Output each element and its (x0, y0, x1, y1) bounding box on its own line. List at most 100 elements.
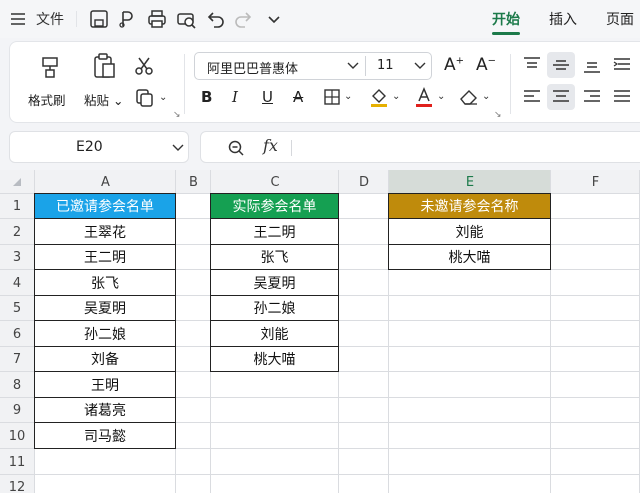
cell-a3[interactable]: 王二明 (34, 244, 176, 270)
italic-icon[interactable]: I (232, 88, 238, 106)
file-menu[interactable]: 文件 (36, 0, 64, 38)
cell-a5[interactable]: 吴夏明 (34, 295, 176, 321)
fx-icon[interactable]: fx (263, 136, 278, 155)
cell-e2[interactable]: 刘能 (388, 218, 551, 245)
justify-icon[interactable] (612, 88, 632, 106)
font-size-dropdown-icon[interactable] (414, 62, 426, 70)
cut-icon[interactable] (133, 55, 155, 77)
eraser-icon[interactable] (458, 88, 480, 106)
align-top-icon[interactable] (522, 56, 542, 74)
font-color-icon[interactable] (414, 86, 434, 108)
tab-insert[interactable]: 插入 (549, 0, 577, 38)
row-header-1[interactable]: 1 (0, 194, 34, 219)
font-dropdown-icon[interactable] (347, 62, 359, 70)
row-header-6[interactable]: 6 (0, 321, 34, 347)
hamburger-icon[interactable] (10, 0, 26, 38)
column-header-a[interactable]: A (35, 170, 176, 194)
cell-a4[interactable]: 张飞 (34, 269, 176, 296)
cell-c6[interactable]: 刘能 (210, 320, 339, 347)
wrap-text-icon[interactable] (612, 56, 632, 74)
print-icon[interactable] (146, 8, 168, 30)
cell-a7[interactable]: 刘备 (34, 346, 176, 372)
cell-c1-header[interactable]: 实际参会名单 (210, 193, 339, 219)
bold-icon[interactable]: B (201, 88, 212, 106)
cell-a6[interactable]: 孙二娘 (34, 320, 176, 347)
format-painter-icon[interactable] (37, 54, 63, 80)
export-pdf-icon[interactable] (116, 8, 138, 30)
cell-a8[interactable]: 王明 (34, 371, 176, 398)
zoom-search-icon[interactable] (227, 139, 245, 157)
column-header-d[interactable]: D (339, 170, 389, 194)
tab-insert-label: 插入 (549, 12, 577, 28)
row-header-7[interactable]: 7 (0, 347, 34, 372)
cell-c7[interactable]: 桃大喵 (210, 346, 339, 372)
clipboard-launcher-icon[interactable]: ↘ (173, 110, 181, 120)
tab-page[interactable]: 页面 (606, 0, 634, 38)
paste-button[interactable]: 粘贴 ⌄ (84, 90, 123, 109)
name-box-dropdown-icon[interactable] (172, 144, 184, 152)
column-header-f[interactable]: F (551, 170, 640, 194)
strikethrough-icon[interactable]: A (293, 88, 303, 106)
ribbon-toolbar: 格式刷 粘贴 ⌄ ⌄ ↘ 阿里巴巴普惠体 11 A+ A− B I U A ⌄ … (9, 41, 640, 123)
row-header-2[interactable]: 2 (0, 219, 34, 245)
cell-a2[interactable]: 王翠花 (34, 218, 176, 245)
column-header-b[interactable]: B (176, 170, 211, 194)
formula-bar: fx (200, 131, 640, 163)
copy-icon[interactable] (135, 88, 155, 108)
cell-c3[interactable]: 张飞 (210, 244, 339, 270)
cell-e1-header[interactable]: 未邀请参会名称 (388, 193, 551, 219)
font-name-value: 阿里巴巴普惠体 (207, 62, 299, 77)
align-middle-icon[interactable] (551, 56, 571, 74)
fill-color-icon[interactable] (369, 86, 389, 108)
increase-font-icon[interactable]: A+ (444, 55, 464, 75)
print-preview-icon[interactable] (175, 8, 197, 30)
cell-c2[interactable]: 王二明 (210, 218, 339, 245)
cell-a10[interactable]: 司马懿 (34, 422, 176, 449)
align-bottom-icon[interactable] (582, 56, 602, 74)
save-icon[interactable] (88, 8, 110, 30)
row-header-11[interactable]: 11 (0, 449, 34, 475)
align-left-icon[interactable] (522, 88, 542, 106)
underline-icon[interactable]: U (262, 88, 273, 106)
row-header-8[interactable]: 8 (0, 372, 34, 398)
font-selector[interactable]: 阿里巴巴普惠体 11 (194, 52, 432, 80)
decrease-font-icon[interactable]: A− (476, 55, 496, 75)
row-header-12[interactable]: 12 (0, 475, 34, 493)
clear-dropdown-icon[interactable]: ⌄ (482, 91, 490, 102)
row-header-4[interactable]: 4 (0, 270, 34, 296)
font-color-dropdown-icon[interactable]: ⌄ (437, 91, 445, 102)
ribbon-divider (510, 54, 511, 114)
redo-icon[interactable] (233, 8, 255, 30)
sheet-grid[interactable]: ABCDEF 1 2 3 4 5 6 7 8 9 10 11 12 已邀请参会名单 王翠花 王二明 张飞 吴夏… (0, 170, 640, 493)
fill-color-dropdown-icon[interactable]: ⌄ (392, 91, 400, 102)
column-header-c[interactable]: C (211, 170, 339, 194)
align-center-icon[interactable] (551, 88, 571, 106)
paste-icon[interactable] (90, 52, 118, 80)
cell-c5[interactable]: 孙二娘 (210, 295, 339, 321)
tab-home-label: 开始 (492, 12, 520, 28)
column-header-e[interactable]: E (389, 170, 551, 194)
font-size-value[interactable]: 11 (377, 58, 394, 73)
gridline-horizontal (0, 474, 640, 475)
select-all-corner[interactable] (0, 170, 34, 194)
align-right-icon[interactable] (582, 88, 602, 106)
row-header-9[interactable]: 9 (0, 398, 34, 423)
cell-e3[interactable]: 桃大喵 (388, 244, 551, 270)
cell-a1-header[interactable]: 已邀请参会名单 (34, 193, 176, 219)
chevron-down-icon[interactable] (263, 8, 285, 30)
row-header-3[interactable]: 3 (0, 245, 34, 270)
name-box[interactable]: E20 (9, 131, 189, 163)
font-launcher-icon[interactable]: ↘ (494, 110, 502, 120)
cell-c4[interactable]: 吴夏明 (210, 269, 339, 296)
copy-dropdown-icon[interactable]: ⌄ (159, 92, 167, 103)
border-dropdown-icon[interactable]: ⌄ (344, 91, 352, 102)
tab-active-indicator (492, 32, 520, 35)
row-header-5[interactable]: 5 (0, 296, 34, 321)
cell-a9[interactable]: 诸葛亮 (34, 397, 176, 423)
row-header-10[interactable]: 10 (0, 423, 34, 449)
undo-icon[interactable] (204, 8, 226, 30)
format-painter-button[interactable]: 格式刷 (28, 90, 66, 109)
border-icon[interactable] (323, 88, 341, 106)
file-menu-label: 文件 (36, 12, 64, 28)
name-box-value: E20 (76, 139, 103, 155)
